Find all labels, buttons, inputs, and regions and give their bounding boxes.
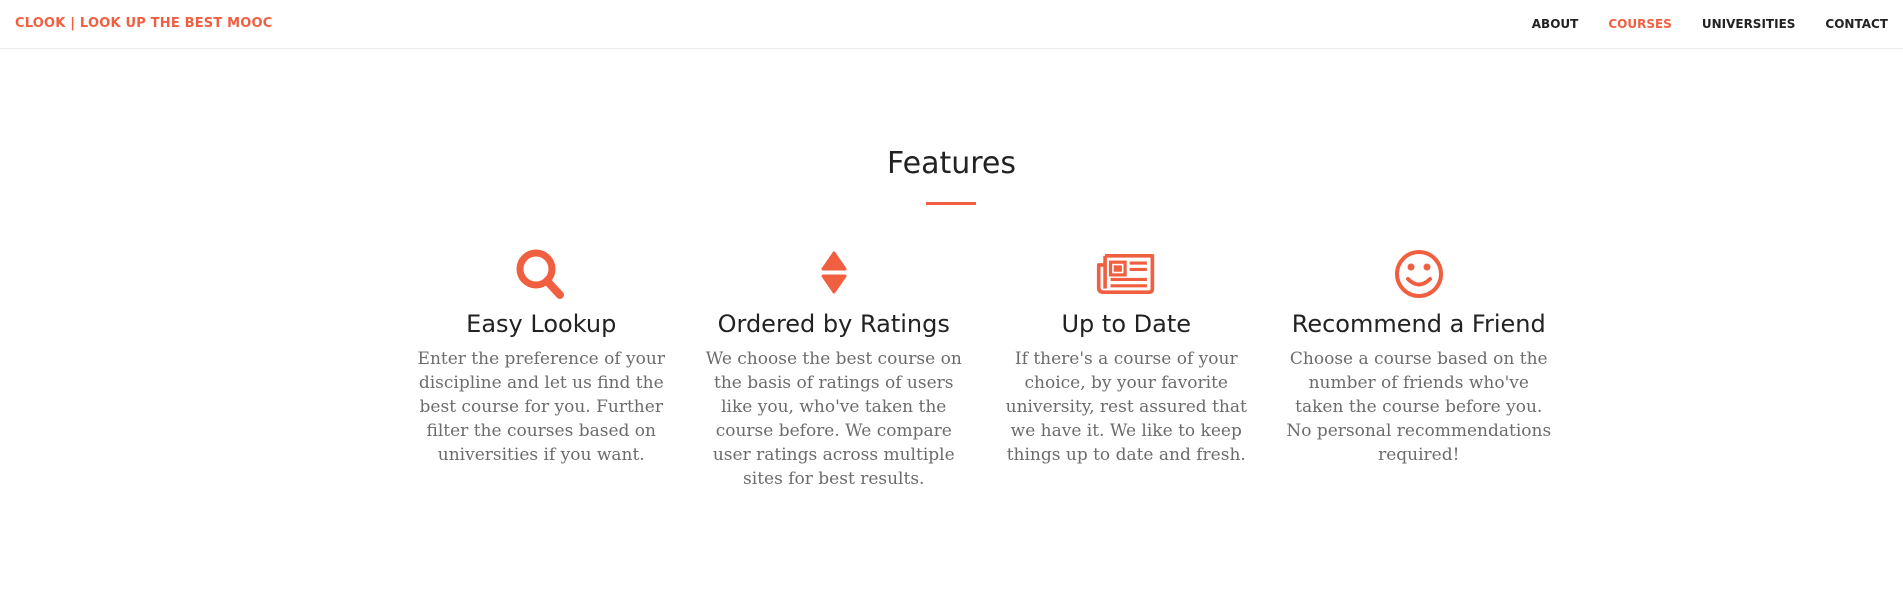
- feature-description: If there's a course of your choice, by y…: [1005, 349, 1247, 465]
- feature-ordered-by-ratings: Ordered by Ratings We choose the best co…: [688, 246, 981, 491]
- newspaper-icon: [1096, 246, 1156, 302]
- feature-description: We choose the best course on the basis o…: [705, 349, 962, 489]
- feature-up-to-date: Up to Date If there's a course of your c…: [980, 246, 1273, 491]
- feature-description: Enter the preference of your discipline …: [417, 349, 665, 465]
- feature-title: Recommend a Friend: [1291, 310, 1546, 338]
- nav-item-courses[interactable]: COURSES: [1608, 17, 1671, 31]
- nav-item-universities[interactable]: UNIVERSITIES: [1702, 17, 1796, 31]
- smile-icon: [1389, 246, 1449, 302]
- feature-title: Easy Lookup: [466, 310, 617, 338]
- search-icon: [511, 246, 571, 302]
- feature-title: Up to Date: [1061, 310, 1191, 338]
- title-divider: [926, 202, 976, 205]
- feature-description: Choose a course based on the number of f…: [1286, 349, 1552, 465]
- section-title: Features: [887, 146, 1016, 181]
- brand-link[interactable]: CLOOK | LOOK UP THE BEST MOOC: [15, 16, 273, 31]
- feature-title: Ordered by Ratings: [717, 310, 950, 338]
- sort-icon: [804, 246, 864, 302]
- feature-recommend-a-friend: Recommend a Friend Choose a course based…: [1273, 246, 1566, 491]
- nav-item-about[interactable]: ABOUT: [1532, 17, 1579, 31]
- nav-menu: ABOUT COURSES UNIVERSITIES CONTACT: [1502, 17, 1888, 31]
- nav-item-contact[interactable]: CONTACT: [1825, 17, 1888, 31]
- top-navbar: CLOOK | LOOK UP THE BEST MOOC ABOUT COUR…: [0, 0, 1903, 49]
- feature-easy-lookup: Easy Lookup Enter the preference of your…: [395, 246, 688, 491]
- features-row: Easy Lookup Enter the preference of your…: [395, 246, 1565, 491]
